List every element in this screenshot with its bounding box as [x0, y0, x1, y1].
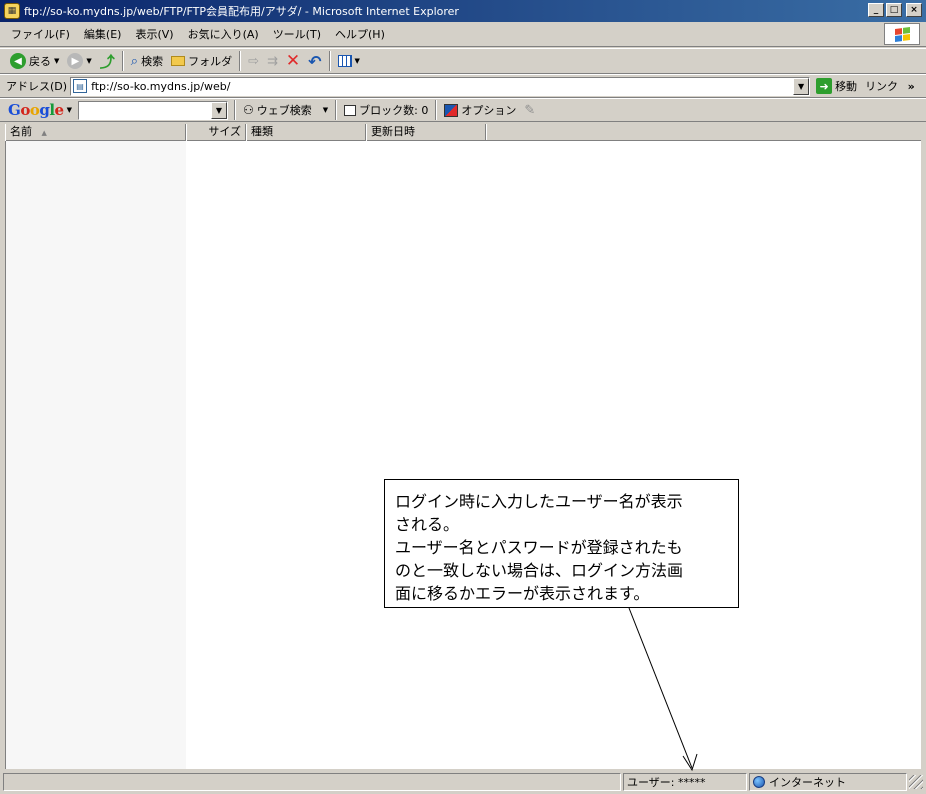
links-label: リンク — [865, 80, 899, 93]
status-bar: ユーザー: ***** インターネット — [0, 770, 926, 794]
column-filler — [486, 124, 921, 140]
maximize-button[interactable]: □ — [886, 3, 902, 17]
column-modified[interactable]: 更新日時 — [366, 124, 486, 141]
annotation-callout: ログイン時に入力したユーザー名が表示 される。 ユーザー名とパスワードが登録され… — [384, 479, 739, 608]
chevron-down-icon[interactable]: ▼ — [67, 106, 72, 114]
toolbar-separator — [328, 51, 331, 71]
menu-file[interactable]: ファイル(F) — [4, 26, 77, 42]
options-icon — [444, 103, 459, 117]
go-arrow-icon: ➜ — [816, 78, 833, 94]
chevron-down-icon: ▼ — [354, 57, 360, 65]
ftp-page-icon: ▤ — [73, 79, 88, 93]
close-button[interactable]: × — [906, 3, 922, 17]
globe-icon — [753, 776, 765, 788]
search-label: 検索 — [141, 55, 164, 68]
toolbar-separator — [435, 100, 438, 120]
back-button[interactable]: ◀ 戻る ▼ — [6, 50, 63, 72]
links-chevron-icon: » — [907, 80, 915, 93]
chevron-down-icon: ▼ — [86, 57, 92, 65]
file-list-header: 名前 ▲ サイズ 種類 更新日時 — [5, 124, 921, 141]
address-bar: アドレス(D) ▤ ftp://so-ko.mydns.jp/web/ ▼ ➜ … — [0, 74, 926, 98]
pencil-icon: ✎ — [524, 102, 536, 118]
address-input[interactable]: ▤ ftp://so-ko.mydns.jp/web/ ▼ — [70, 76, 811, 96]
address-url: ftp://so-ko.mydns.jp/web/ — [91, 79, 231, 93]
column-name[interactable]: 名前 ▲ — [5, 124, 186, 141]
callout-line: ログイン時に入力したユーザー名が表示 — [395, 492, 683, 511]
chevron-down-icon: ▼ — [54, 57, 60, 65]
links-toolbar[interactable]: リンク » — [865, 78, 915, 94]
window-title: ftp://so-ko.mydns.jp/web/FTP/FTP会員配布用/アサ… — [24, 5, 459, 18]
forward-arrow-icon: ▶ — [67, 53, 84, 69]
toolbar-separator — [335, 100, 338, 120]
google-search-input[interactable]: ▼ — [77, 100, 228, 120]
menu-view[interactable]: 表示(V) — [128, 26, 180, 42]
undo-button[interactable]: ↶ — [304, 50, 325, 72]
window-controls: _ □ × — [868, 3, 922, 17]
copy-to-button[interactable]: ⇉ — [263, 50, 282, 72]
status-zone: インターネット — [749, 773, 907, 791]
go-button[interactable]: ➜ 移動 — [816, 78, 857, 94]
callout-line: 面に移るかエラーが表示されます。 — [395, 584, 650, 603]
views-icon — [337, 55, 352, 67]
menu-favorites[interactable]: お気に入り(A) — [181, 26, 266, 42]
move-to-button[interactable]: ⇨ — [244, 50, 263, 72]
ftp-folder-icon: ▦ — [4, 3, 20, 19]
resize-grip[interactable] — [909, 775, 923, 789]
title-bar: ▦ ftp://so-ko.mydns.jp/web/FTP/FTP会員配布用/… — [0, 0, 926, 22]
folders-button[interactable]: フォルダ — [167, 50, 236, 72]
minimize-button[interactable]: _ — [868, 3, 884, 17]
delete-button[interactable]: ✕ — [282, 50, 304, 72]
toolbar-separator — [233, 100, 236, 120]
toolbar-separator — [121, 51, 124, 71]
options-label: オプション — [461, 104, 517, 117]
address-dropdown-button[interactable]: ▼ — [793, 77, 810, 95]
delete-x-icon: ✕ — [285, 51, 301, 71]
callout-line: される。 — [395, 515, 460, 534]
move-to-icon: ⇨ — [248, 53, 259, 69]
folders-label: フォルダ — [188, 55, 233, 68]
status-user: ユーザー: ***** — [623, 773, 747, 791]
menu-edit[interactable]: 編集(E) — [77, 26, 129, 42]
binoculars-icon: ⚇ — [242, 103, 254, 117]
menu-tools[interactable]: ツール(T) — [266, 26, 328, 42]
web-search-label: ウェブ検索 — [256, 104, 312, 117]
callout-line: のと一致しない場合は、ログイン方法画 — [395, 561, 684, 580]
menu-help[interactable]: ヘルプ(H) — [328, 26, 392, 42]
up-arrow-icon: ⤴ — [99, 52, 115, 71]
web-search-button[interactable]: ⚇ ウェブ検索 ▼ — [239, 99, 332, 121]
views-button[interactable]: ▼ — [334, 50, 364, 72]
callout-line: ユーザー名とパスワードが登録されたも — [395, 538, 683, 557]
highlight-button[interactable]: ✎ — [520, 99, 539, 121]
go-label: 移動 — [835, 80, 858, 93]
back-arrow-icon: ◀ — [10, 53, 26, 69]
sort-ascending-icon: ▲ — [41, 129, 47, 137]
address-label: アドレス(D) — [6, 80, 68, 93]
zone-label: インターネット — [769, 776, 846, 789]
google-logo[interactable]: Google — [8, 101, 64, 119]
magnifier-icon: ⌕ — [130, 53, 139, 69]
copy-to-icon: ⇉ — [266, 53, 278, 69]
forward-button[interactable]: ▶ ▼ — [63, 50, 95, 72]
popup-block-label: ブロック数: 0 — [359, 104, 429, 117]
up-folder-button[interactable]: ⤴ — [96, 50, 119, 72]
options-button[interactable]: オプション — [440, 99, 520, 121]
back-label: 戻る — [29, 55, 51, 68]
toolbar-separator — [239, 51, 242, 71]
name-column-shade — [6, 141, 186, 769]
chevron-down-icon: ▼ — [322, 106, 329, 114]
google-toolbar: Google ▼ ▼ ⚇ ウェブ検索 ▼ ブロック数: 0 オプション ✎ — [0, 98, 926, 122]
column-size[interactable]: サイズ — [186, 124, 246, 141]
popup-blocker-button[interactable]: ブロック数: 0 — [340, 99, 432, 121]
file-list-area[interactable] — [5, 141, 921, 769]
standard-toolbar: ◀ 戻る ▼ ▶ ▼ ⤴ ⌕ 検索 フォルダ ⇨ ⇉ ✕ ↶ ▼ — [0, 48, 926, 74]
column-type[interactable]: 種類 — [246, 124, 366, 141]
windows-logo-icon — [884, 23, 920, 45]
status-main — [3, 773, 621, 791]
popup-window-icon — [344, 104, 357, 116]
folder-icon — [171, 56, 186, 66]
menu-bar: ファイル(F) 編集(E) 表示(V) お気に入り(A) ツール(T) ヘルプ(… — [0, 22, 926, 47]
google-search-dropdown[interactable]: ▼ — [210, 101, 227, 119]
search-button[interactable]: ⌕ 検索 — [127, 50, 167, 72]
undo-icon: ↶ — [308, 51, 322, 71]
